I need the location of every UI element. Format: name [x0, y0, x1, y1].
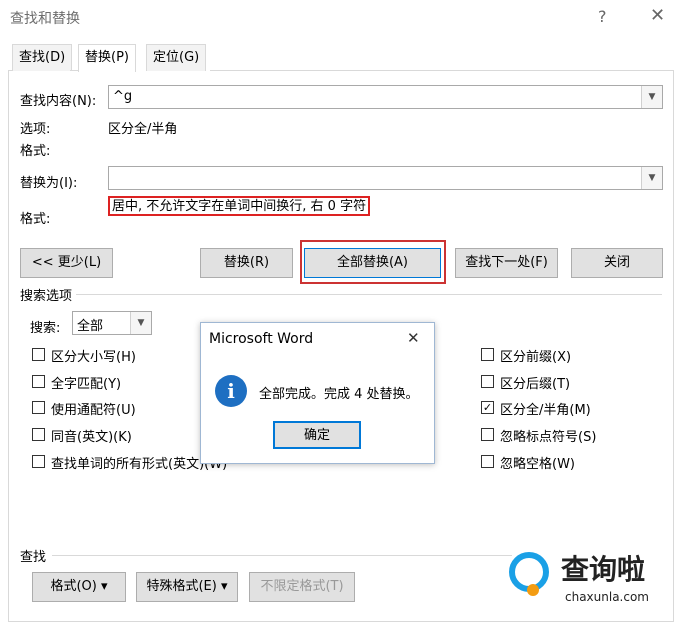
tab-goto-label: 定位(G)	[153, 50, 200, 65]
find-value: ^g	[113, 89, 133, 104]
caret-down-icon: ▾	[220, 579, 228, 594]
watermark-domain: chaxunla.com	[565, 590, 649, 604]
chevron-down-icon[interactable]: ▼	[641, 86, 662, 108]
options-value: 区分全/半角	[108, 122, 178, 137]
width-checkbox-checked[interactable]: ✓	[481, 401, 494, 414]
replace-format-description: 居中, 不允许文字在单词中间换行, 右 0 字符	[108, 196, 371, 216]
match-case-label: 区分大小写(H)	[51, 350, 136, 365]
all-word-forms-checkbox[interactable]	[32, 455, 45, 468]
ok-button[interactable]: 确定	[273, 421, 361, 449]
message-text: 全部完成。完成 4 处替换。	[259, 387, 419, 402]
match-prefix-label: 区分前缀(X)	[500, 350, 572, 365]
information-icon: i	[215, 375, 247, 407]
special-button-label: 特殊格式(E)	[146, 579, 217, 594]
caret-down-icon: ▾	[101, 579, 108, 594]
logo-dot-icon	[527, 584, 539, 596]
title-bar	[0, 0, 682, 34]
find-section-divider	[52, 555, 512, 556]
find-section-header: 查找	[20, 550, 47, 565]
help-button[interactable]: ?	[598, 7, 607, 26]
close-icon[interactable]: ✕	[650, 5, 665, 26]
search-options-header: 搜索选项	[20, 289, 73, 304]
tab-replace-label: 替换(P)	[85, 50, 129, 65]
tab-replace[interactable]: 替换(P)	[78, 44, 136, 72]
format-label-replace: 格式:	[20, 212, 51, 227]
match-prefix-checkbox[interactable]	[481, 348, 494, 361]
find-replace-dialog: 查找和替换 ? ✕ 查找(D) 替换(P) 定位(G) 查找内容(N): ^g …	[0, 0, 682, 630]
window-title: 查找和替换	[10, 11, 80, 27]
find-input[interactable]: ^g ▼	[108, 85, 663, 109]
format-label-find: 格式:	[20, 144, 51, 159]
message-box: Microsoft Word ✕ i 全部完成。完成 4 处替换。 确定	[200, 322, 435, 464]
chevron-down-icon[interactable]: ▼	[641, 167, 662, 189]
ignore-space-checkbox[interactable]	[481, 455, 494, 468]
match-case-checkbox[interactable]	[32, 348, 45, 361]
match-suffix-label: 区分后缀(T)	[500, 377, 571, 392]
close-button[interactable]: 关闭	[571, 248, 663, 278]
watermark-brand: 查询啦	[561, 553, 646, 586]
whole-word-label: 全字匹配(Y)	[51, 377, 122, 392]
whole-word-checkbox[interactable]	[32, 375, 45, 388]
replace-label: 替换为(I):	[20, 176, 78, 191]
tab-find[interactable]: 查找(D)	[12, 44, 73, 71]
options-label: 选项:	[20, 122, 51, 137]
replace-input[interactable]: ▼	[108, 166, 663, 190]
match-suffix-checkbox[interactable]	[481, 375, 494, 388]
no-formatting-button[interactable]: 不限定格式(T)	[249, 572, 355, 602]
ignore-punct-label: 忽略标点符号(S)	[500, 430, 597, 445]
less-button[interactable]: << 更少(L)	[20, 248, 113, 278]
width-label: 区分全/半角(M)	[500, 403, 591, 418]
format-button-label: 格式(O)	[50, 579, 97, 594]
ignore-punct-checkbox[interactable]	[481, 428, 494, 441]
find-label: 查找内容(N):	[20, 94, 97, 109]
tab-goto[interactable]: 定位(G)	[146, 44, 207, 71]
sounds-like-label: 同音(英文)(K)	[51, 430, 132, 445]
search-direction-select[interactable]: 全部 ▼	[72, 311, 152, 335]
sounds-like-checkbox[interactable]	[32, 428, 45, 441]
wildcards-label: 使用通配符(U)	[51, 403, 136, 418]
ignore-space-label: 忽略空格(W)	[500, 457, 575, 472]
chevron-down-icon[interactable]: ▼	[130, 312, 151, 334]
find-next-button[interactable]: 查找下一处(F)	[455, 248, 558, 278]
checkmark-icon: ✓	[482, 401, 493, 414]
information-glyph: i	[227, 379, 235, 403]
wildcards-checkbox[interactable]	[32, 401, 45, 414]
search-direction-value: 全部	[77, 319, 104, 334]
search-label: 搜索:	[30, 321, 61, 336]
replace-button[interactable]: 替换(R)	[200, 248, 293, 278]
message-box-title: Microsoft Word	[209, 331, 314, 347]
search-options-divider	[76, 294, 662, 295]
special-dropdown-button[interactable]: 特殊格式(E) ▾	[136, 572, 238, 602]
watermark-logo: 查询啦 chaxunla.com	[505, 544, 681, 614]
replace-all-button[interactable]: 全部替换(A)	[304, 248, 441, 278]
close-icon[interactable]: ✕	[407, 329, 420, 347]
format-dropdown-button[interactable]: 格式(O) ▾	[32, 572, 126, 602]
tab-find-label: 查找(D)	[19, 50, 66, 65]
